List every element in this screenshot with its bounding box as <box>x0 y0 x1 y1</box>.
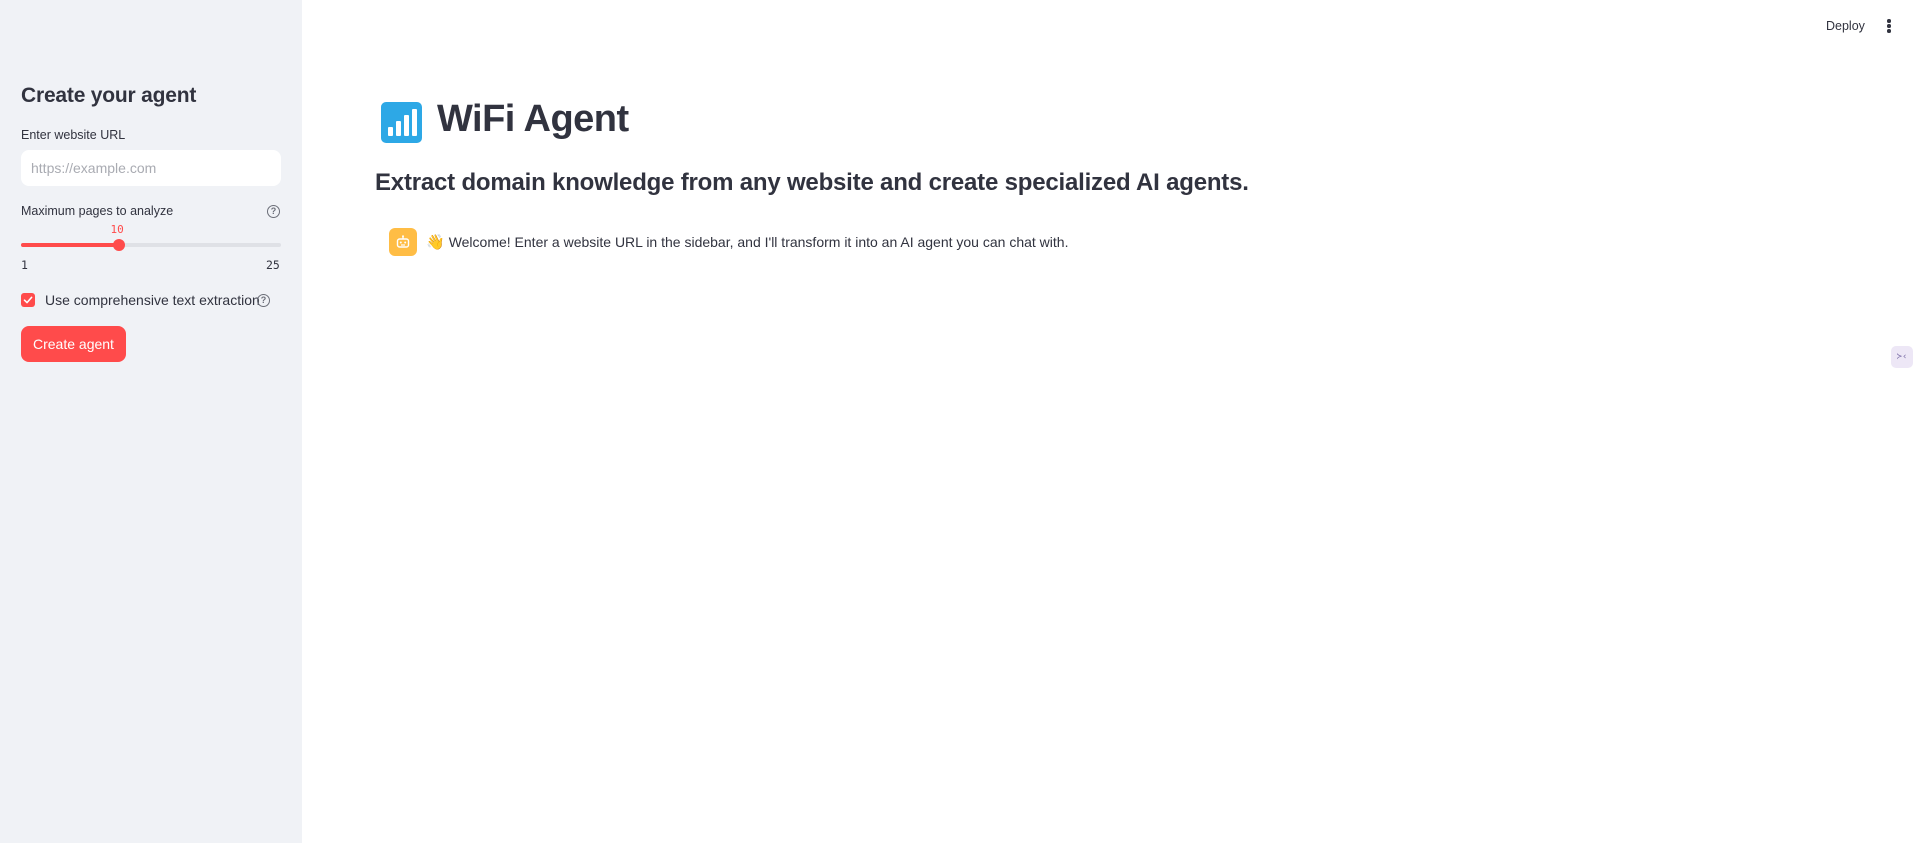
slider-track[interactable] <box>21 243 281 247</box>
kebab-menu-icon[interactable] <box>1885 19 1893 35</box>
side-widget-icon[interactable]: ≻‹ <box>1891 346 1913 368</box>
slider-min-label: 1 <box>21 258 28 272</box>
slider-value: 10 <box>110 223 124 236</box>
slider-fill <box>21 243 119 247</box>
comprehensive-extraction-checkbox[interactable] <box>21 293 35 307</box>
url-label: Enter website URL <box>21 128 126 142</box>
slider-label: Maximum pages to analyze <box>21 204 174 218</box>
slider-thumb[interactable] <box>112 239 125 251</box>
welcome-message: Welcome! Enter a website URL in the side… <box>448 234 1069 250</box>
chat-message: 👋 Welcome! Enter a website URL in the si… <box>389 228 1068 256</box>
checkbox-label[interactable]: Use comprehensive text extraction <box>45 292 260 308</box>
checkmark-icon <box>23 296 33 304</box>
page-title: WiFi Agent <box>437 98 629 140</box>
signal-bars-icon <box>381 102 422 143</box>
wave-emoji: 👋 <box>426 233 445 251</box>
create-agent-button[interactable]: Create agent <box>21 326 126 362</box>
page-subtitle: Extract domain knowledge from any websit… <box>375 169 1249 196</box>
help-circle-icon[interactable]: ? <box>267 205 280 218</box>
slider-max-label: 25 <box>266 258 280 272</box>
deploy-button[interactable]: Deploy <box>1826 19 1865 33</box>
url-input[interactable] <box>21 150 281 186</box>
help-circle-icon[interactable]: ? <box>257 294 270 307</box>
sidebar-title: Create your agent <box>21 84 197 107</box>
sidebar: Create your agent Enter website URL Maxi… <box>0 0 302 843</box>
robot-icon <box>389 228 417 256</box>
